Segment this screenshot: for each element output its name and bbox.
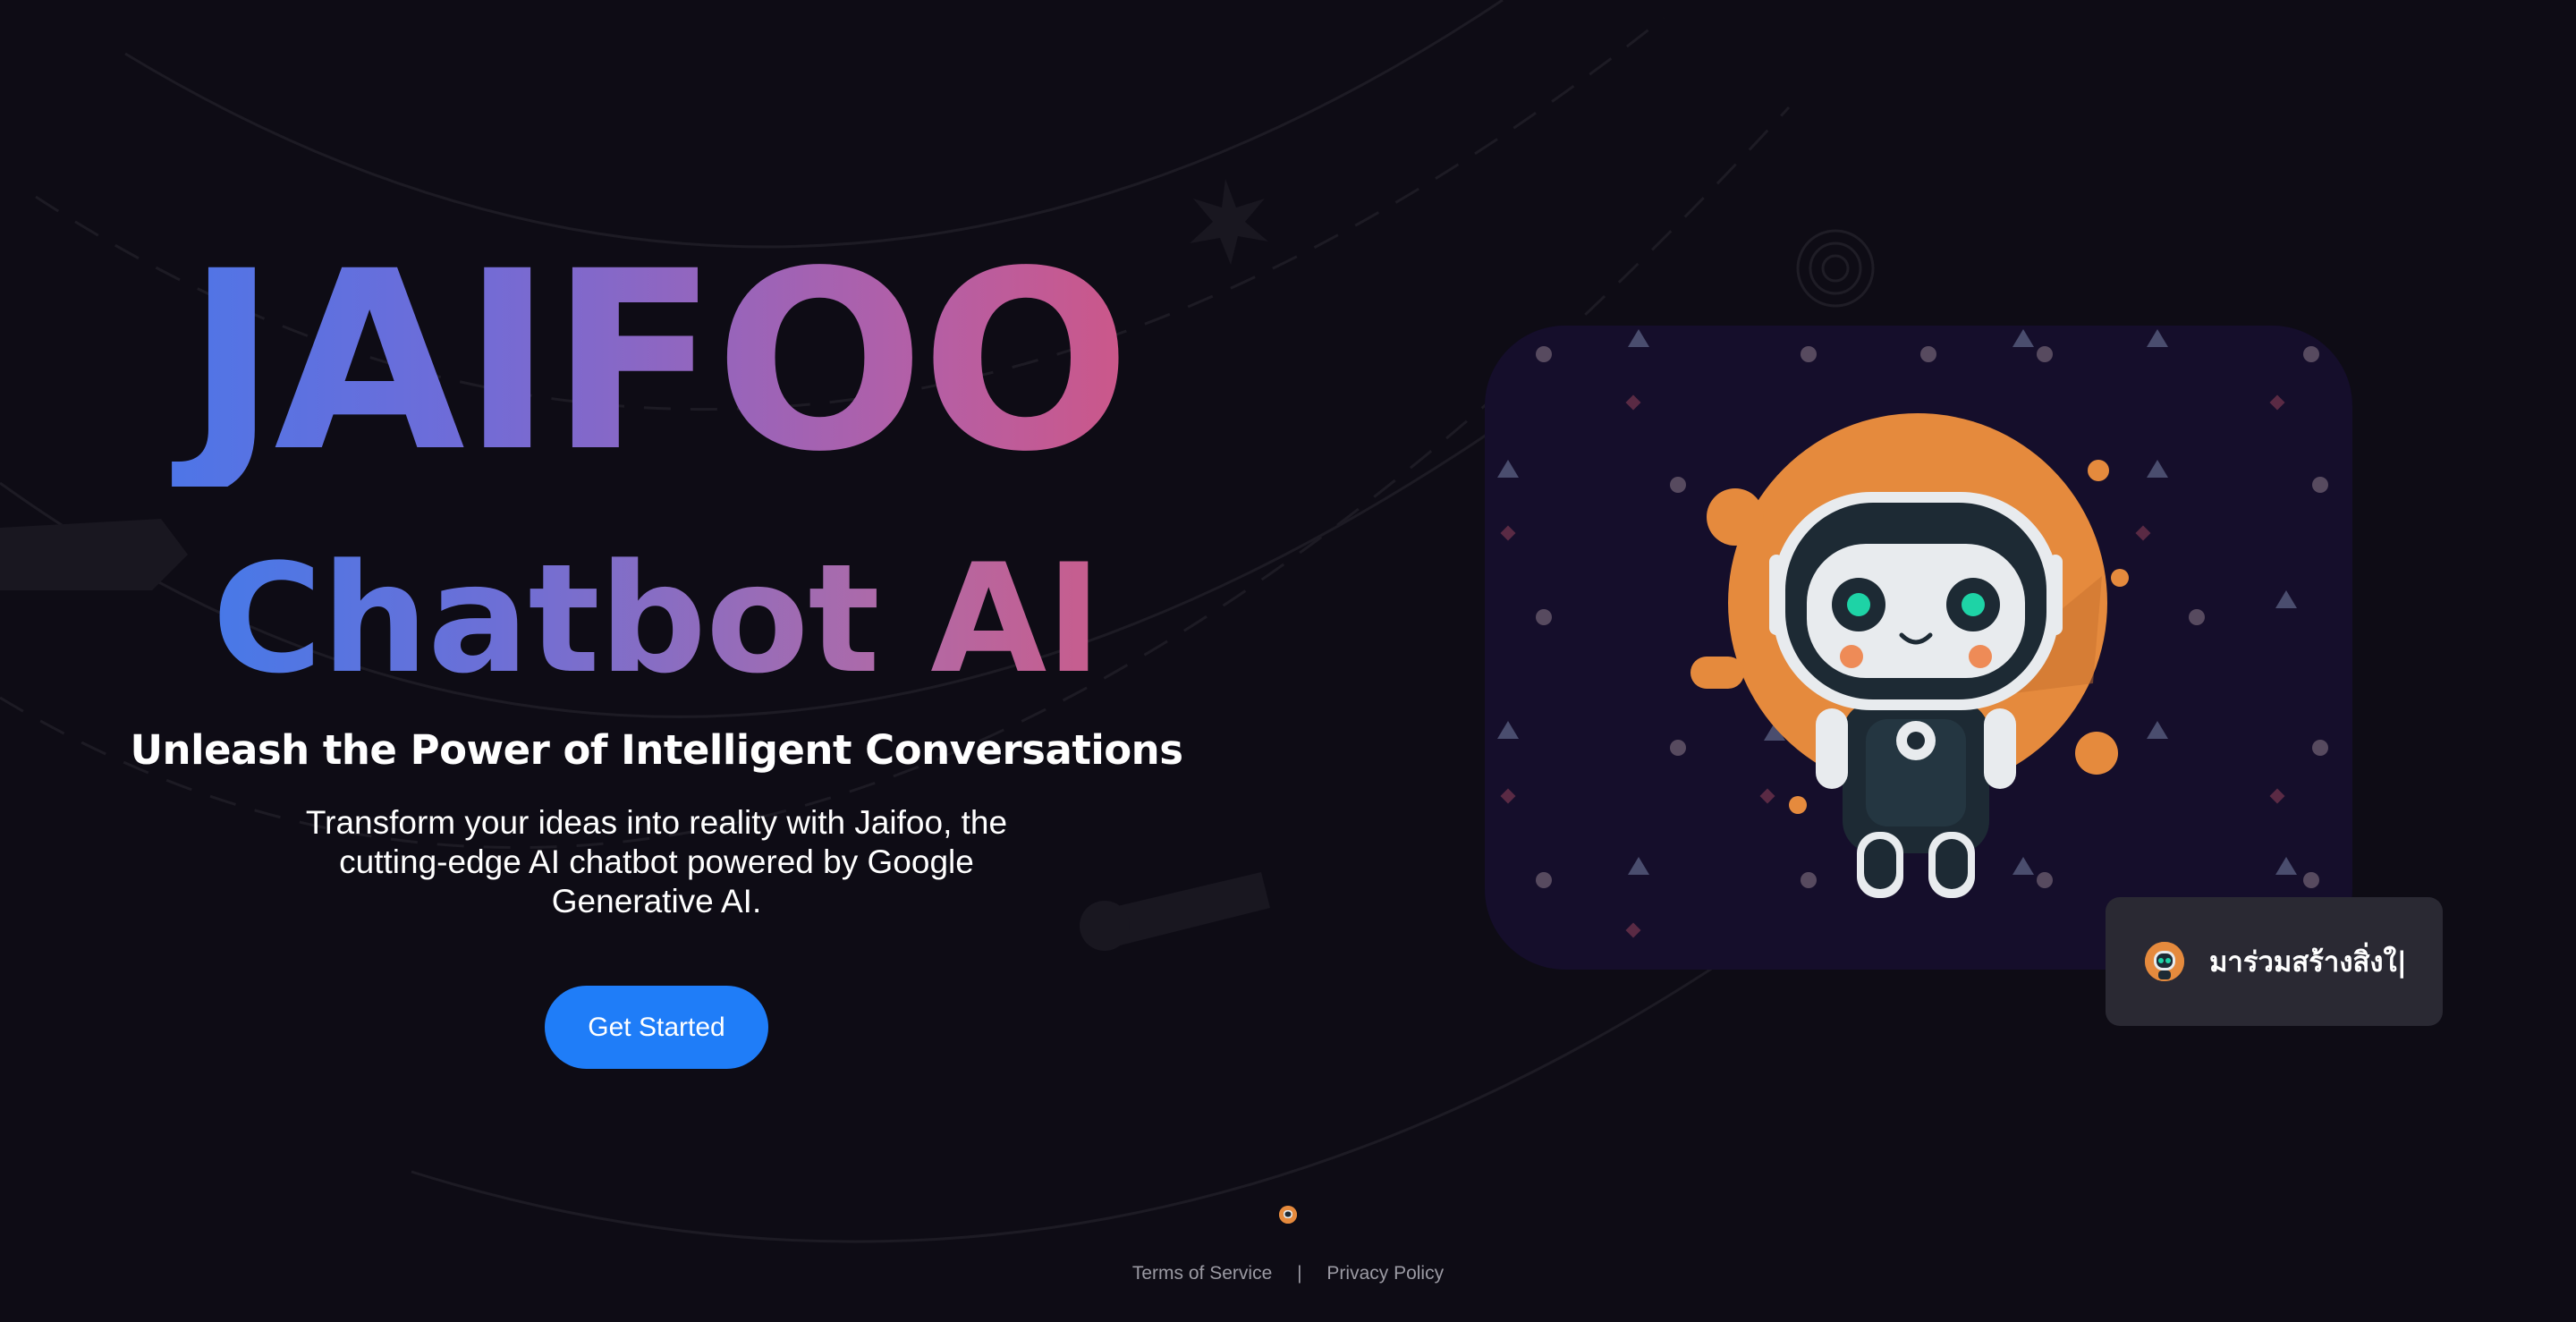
footer-logo-icon (1279, 1206, 1297, 1224)
get-started-button[interactable]: Get Started (545, 986, 768, 1069)
landing-page: JAIFOO Chatbot AI Unleash the Power of I… (0, 0, 2576, 1322)
footer-links: Terms of Service | Privacy Policy (0, 1263, 2576, 1284)
brand-title: JAIFOO (0, 240, 1313, 487)
hero-image (1485, 326, 2352, 970)
floating-chip-text: มาร่วมสร้างสิ่งใ| (2209, 946, 2407, 979)
robot-avatar-icon (2145, 942, 2184, 981)
floating-chat-prompt[interactable]: มาร่วมสร้างสิ่งใ| (2106, 897, 2443, 1026)
privacy-policy-link[interactable]: Privacy Policy (1326, 1263, 1444, 1284)
terms-of-service-link[interactable]: Terms of Service (1132, 1263, 1272, 1284)
footer: Terms of Service | Privacy Policy (0, 1199, 2576, 1322)
hero-section: JAIFOO Chatbot AI Unleash the Power of I… (0, 0, 1313, 1163)
footer-separator: | (1297, 1263, 1302, 1284)
hero-subtitle: Chatbot AI (0, 544, 1313, 694)
robot-astronaut-icon (1485, 326, 2352, 970)
hero-description: Transform your ideas into reality with J… (305, 804, 1008, 919)
hero-tagline: Unleash the Power of Intelligent Convers… (130, 726, 1184, 774)
